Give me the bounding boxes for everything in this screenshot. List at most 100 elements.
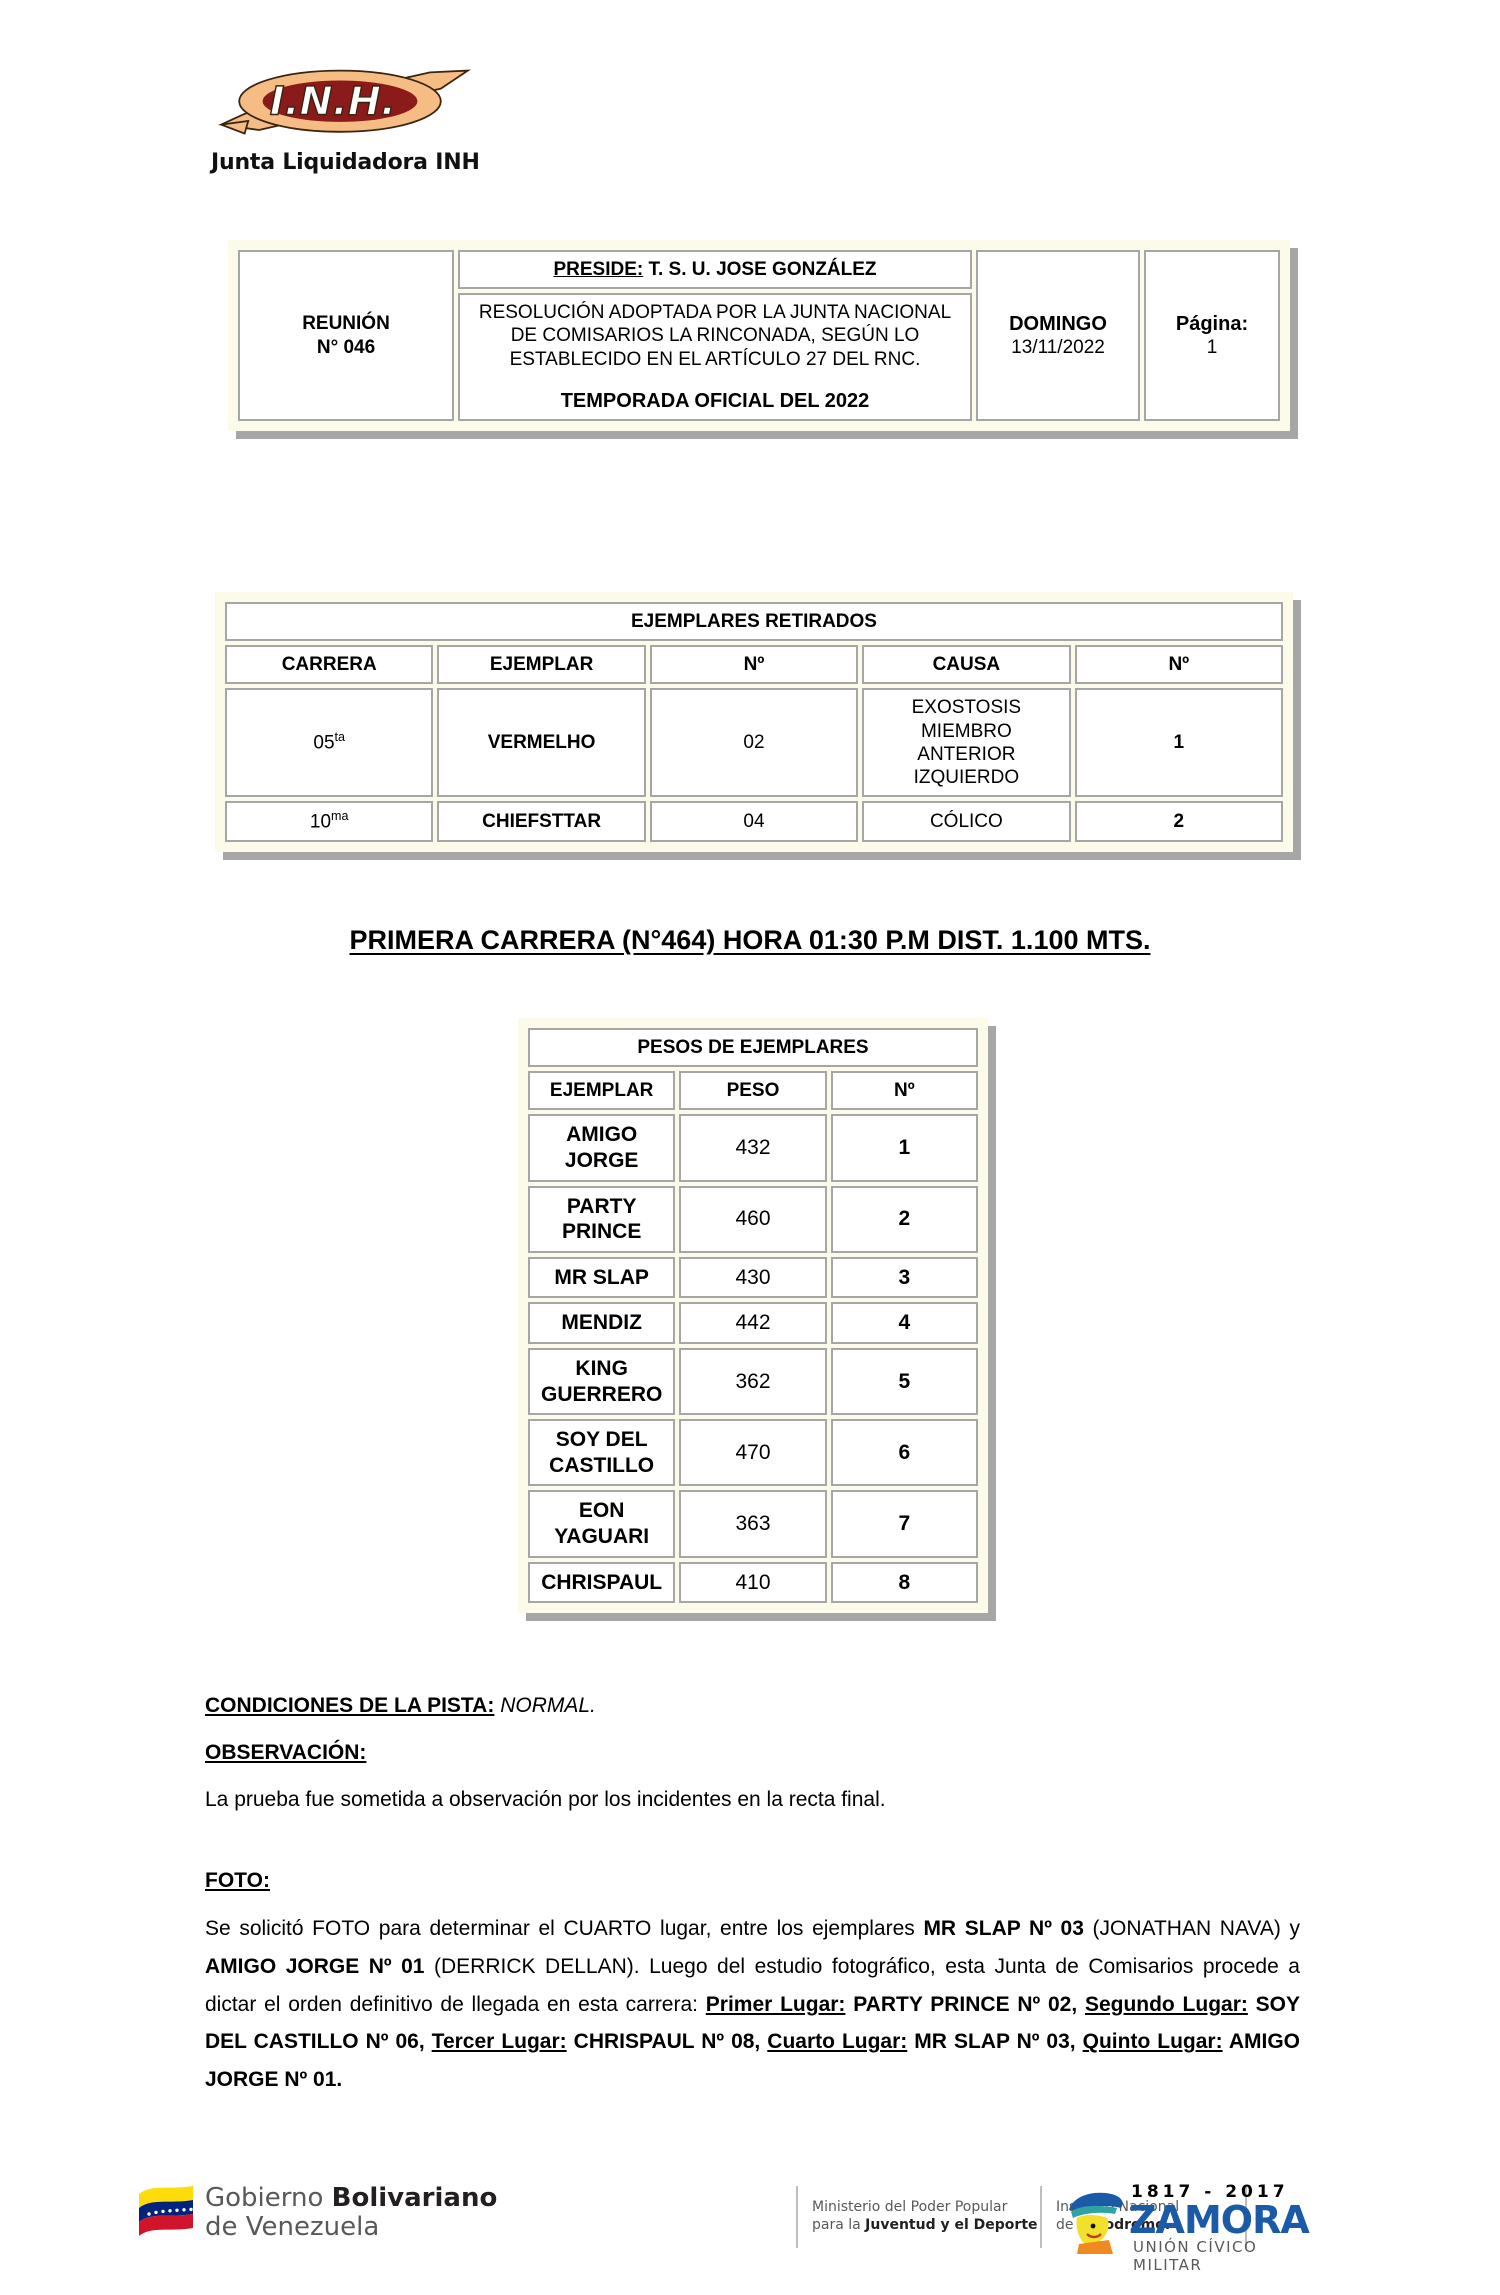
cell-numero: 8 bbox=[830, 1561, 978, 1604]
venezuela-flag-icon bbox=[139, 2186, 193, 2237]
zamora-name: ZAMORA bbox=[1129, 2198, 1310, 2242]
observation-label-text: OBSERVACIÓN: bbox=[205, 1741, 367, 1764]
gov-word-bolivariano: Bolivariano bbox=[331, 2183, 498, 2213]
ministry-word-juventud: Juventud y el Deporte bbox=[865, 2217, 1038, 2234]
reunion-label: REUNIÓN bbox=[302, 313, 390, 335]
cell-causa: EXOSTOSIS MIEMBRO ANTERIOR IZQUIERDO bbox=[862, 688, 1071, 798]
day-label: DOMINGO bbox=[1009, 312, 1107, 335]
gov-line-2: de Venezuela bbox=[205, 2212, 380, 2243]
cell-numero: 02 bbox=[649, 688, 859, 798]
foto-label: FOTO: bbox=[205, 1865, 1300, 1898]
page-footer: Gobierno Bolivariano de Venezuela Minist… bbox=[0, 2180, 1500, 2290]
observation-text: La prueba fue sometida a observación por… bbox=[205, 1788, 886, 1811]
track-conditions-label: CONDICIONES DE LA PISTA: bbox=[205, 1694, 495, 1717]
pesos-header-row: EJEMPLAR PESO Nº bbox=[528, 1071, 978, 1111]
cell-ejemplar: CHRISPAUL bbox=[528, 1561, 676, 1604]
col-header-numero: Nº bbox=[649, 645, 859, 685]
cell-peso: 363 bbox=[679, 1490, 827, 1558]
retirados-title: EJEMPLARES RETIRADOS bbox=[225, 602, 1283, 642]
place-1-label: Primer Lugar: bbox=[705, 1992, 846, 2016]
foto-horse-1: MR SLAP Nº 03 bbox=[923, 1917, 1084, 1940]
cell-carrera: 10ma bbox=[225, 801, 434, 842]
cell-peso: 410 bbox=[679, 1561, 827, 1604]
preside-name: T. S. U. JOSE GONZÁLEZ bbox=[648, 259, 877, 280]
cell-orden: 1 bbox=[1074, 688, 1283, 798]
place-3-label: Tercer Lugar: bbox=[431, 2030, 567, 2054]
gov-line-1: Gobierno Bolivariano bbox=[205, 2183, 498, 2213]
foto-part-1: Se solicitó FOTO para determinar el CUAR… bbox=[205, 1917, 924, 1940]
race-title-text: PRIMERA CARRERA (N°464) HORA 01:30 P.M D… bbox=[349, 925, 1151, 955]
retirados-table: EJEMPLARES RETIRADOS CARRERA EJEMPLAR Nº… bbox=[215, 592, 1293, 852]
cell-numero: 4 bbox=[830, 1302, 978, 1344]
foto-label-text: FOTO: bbox=[205, 1869, 270, 1892]
carrera-ordinal: ta bbox=[334, 730, 345, 745]
track-conditions-line: CONDICIONES DE LA PISTA: NORMAL. bbox=[205, 1690, 1300, 1723]
resolution-cell: RESOLUCIÓN ADOPTADA POR LA JUNTA NACIONA… bbox=[458, 293, 972, 422]
table-row: CHRISPAUL 410 8 bbox=[528, 1561, 978, 1604]
inh-logo-block: I.N.H. Junta Liquidadora INH bbox=[205, 58, 505, 175]
footer-divider-1 bbox=[796, 2186, 798, 2248]
temporada-text: TEMPORADA OFICIAL DEL 2022 bbox=[560, 389, 870, 412]
foto-part-2: (JONATHAN NAVA) y bbox=[1083, 1917, 1300, 1940]
cell-peso: 470 bbox=[679, 1419, 827, 1487]
gov-word-gobierno: Gobierno bbox=[205, 2183, 332, 2213]
date-value: 13/11/2022 bbox=[1011, 337, 1105, 359]
retirados-header-row: CARRERA EJEMPLAR Nº CAUSA Nº bbox=[225, 645, 1283, 685]
pesos-table: PESOS DE EJEMPLARES EJEMPLAR PESO Nº AMI… bbox=[518, 1018, 988, 1614]
page-number: 1 bbox=[1206, 337, 1218, 359]
observation-label: OBSERVACIÓN: bbox=[205, 1737, 1300, 1770]
ministry-line-1: Ministerio del Poder Popular bbox=[812, 2199, 1008, 2215]
preside-label: PRESIDE: bbox=[553, 259, 644, 280]
cell-numero: 2 bbox=[830, 1185, 978, 1253]
place-3-value: CHRISPAUL Nº 08, bbox=[566, 2030, 768, 2054]
zamora-face-icon bbox=[1069, 2192, 1123, 2254]
place-2-label: Segundo Lugar: bbox=[1084, 1992, 1248, 2016]
table-row: EON YAGUARI 363 7 bbox=[528, 1490, 978, 1558]
document-page: I.N.H. Junta Liquidadora INH REUNIÓN N° … bbox=[0, 0, 1500, 2295]
cell-peso: 430 bbox=[679, 1256, 827, 1299]
cell-ejemplar: SOY DEL CASTILLO bbox=[528, 1419, 676, 1487]
cell-ejemplar: EON YAGUARI bbox=[528, 1490, 676, 1558]
ministry-wordmark: Ministerio del Poder Popular para la Juv… bbox=[812, 2198, 1038, 2234]
foto-paragraph: Se solicitó FOTO para determinar el CUAR… bbox=[205, 1910, 1300, 2099]
table-row: PARTY PRINCE 460 2 bbox=[528, 1185, 978, 1253]
cell-numero: 7 bbox=[830, 1490, 978, 1558]
reunion-number: N° 046 bbox=[316, 336, 376, 358]
cell-peso: 442 bbox=[679, 1302, 827, 1344]
place-4-value: MR SLAP Nº 03, bbox=[907, 2030, 1083, 2054]
table-row: SOY DEL CASTILLO 470 6 bbox=[528, 1419, 978, 1487]
cell-ejemplar: VERMELHO bbox=[437, 688, 646, 798]
cell-carrera: 05ta bbox=[225, 688, 434, 798]
race-title: PRIMERA CARRERA (N°464) HORA 01:30 P.M D… bbox=[0, 925, 1500, 956]
zamora-subtitle: UNIÓN CÍVICO MILITAR bbox=[1133, 2238, 1258, 2274]
cell-peso: 460 bbox=[679, 1185, 827, 1253]
track-conditions-value: NORMAL. bbox=[500, 1694, 596, 1717]
cell-ejemplar: KING GUERRERO bbox=[528, 1348, 676, 1416]
page-label: Página: bbox=[1175, 312, 1249, 335]
cell-peso: 432 bbox=[679, 1114, 827, 1182]
government-wordmark: Gobierno Bolivariano de Venezuela bbox=[205, 2183, 498, 2243]
cell-peso: 362 bbox=[679, 1348, 827, 1416]
cell-numero: 5 bbox=[830, 1348, 978, 1416]
government-logo: Gobierno Bolivariano de Venezuela bbox=[135, 2183, 498, 2243]
table-row: 10ma CHIEFSTTAR 04 CÓLICO 2 bbox=[225, 801, 1283, 842]
preside-cell: PRESIDE: T. S. U. JOSE GONZÁLEZ bbox=[458, 250, 972, 290]
cell-numero: 6 bbox=[830, 1419, 978, 1487]
ministry-word-para: para la bbox=[812, 2217, 866, 2234]
col-header-ejemplar: EJEMPLAR bbox=[437, 645, 646, 685]
place-4-label: Cuarto Lugar: bbox=[767, 2030, 908, 2054]
place-1-value: PARTY PRINCE Nº 02, bbox=[845, 1992, 1085, 2016]
carrera-ordinal: ma bbox=[331, 809, 349, 824]
resolution-text: RESOLUCIÓN ADOPTADA POR LA JUNTA NACIONA… bbox=[478, 302, 952, 370]
carrera-value: 10 bbox=[309, 811, 332, 833]
svg-text:I.N.H.: I.N.H. bbox=[270, 79, 396, 125]
table-row: MENDIZ 442 4 bbox=[528, 1302, 978, 1344]
cell-numero: 1 bbox=[830, 1114, 978, 1182]
table-row: AMIGO JORGE 432 1 bbox=[528, 1114, 978, 1182]
col-header-carrera: CARRERA bbox=[225, 645, 434, 685]
place-5-label: Quinto Lugar: bbox=[1082, 2030, 1223, 2054]
col-header-peso: PESO bbox=[679, 1071, 827, 1111]
header-table: REUNIÓN N° 046 PRESIDE: T. S. U. JOSE GO… bbox=[228, 240, 1290, 432]
cell-numero: 04 bbox=[649, 801, 859, 842]
cell-ejemplar: MR SLAP bbox=[528, 1256, 676, 1299]
